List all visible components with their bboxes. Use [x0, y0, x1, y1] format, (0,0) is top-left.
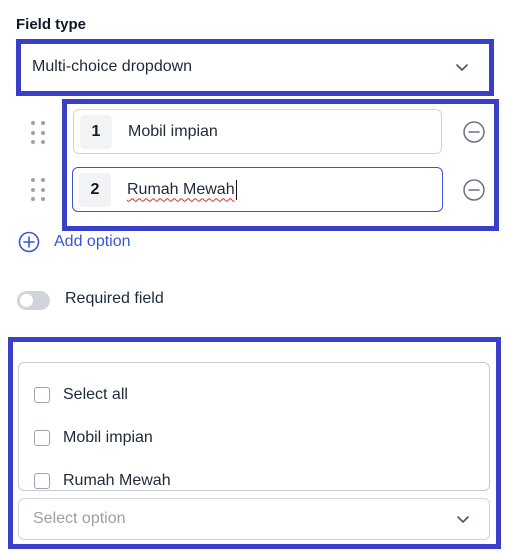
option-number: 1: [80, 114, 112, 149]
toggle-knob: [20, 294, 33, 307]
option-label: Rumah Mewah: [63, 471, 171, 489]
required-toggle[interactable]: [17, 291, 50, 310]
checkbox[interactable]: [34, 472, 50, 489]
field-type-label: Field type: [16, 16, 87, 33]
drag-handle-icon[interactable]: [31, 121, 47, 145]
option-number: 2: [79, 172, 111, 207]
add-option-button[interactable]: Add option: [18, 231, 131, 253]
dropdown-options-panel: Select all Mobil impian Rumah Mewah: [18, 362, 490, 491]
checkbox[interactable]: [34, 386, 50, 403]
dropdown-option[interactable]: Rumah Mewah: [19, 459, 489, 502]
select-placeholder: Select option: [33, 510, 126, 527]
option-row[interactable]: 1 Mobil impian: [73, 109, 442, 154]
dropdown-option[interactable]: Mobil impian: [19, 416, 489, 459]
field-type-value: Multi-choice dropdown: [32, 57, 193, 75]
text-cursor: [235, 179, 237, 200]
preview-select[interactable]: Select option: [18, 498, 490, 540]
plus-circle-icon: [18, 231, 40, 253]
remove-option-icon[interactable]: [462, 178, 486, 202]
checkbox[interactable]: [34, 429, 50, 446]
field-type-select[interactable]: Multi-choice dropdown: [21, 44, 484, 89]
option-input[interactable]: Mobil impian: [128, 123, 218, 141]
add-option-label: Add option: [54, 233, 131, 250]
remove-option-icon[interactable]: [462, 120, 486, 144]
select-all-option[interactable]: Select all: [19, 373, 489, 416]
option-input[interactable]: Rumah Mewah: [127, 181, 235, 198]
option-label: Select all: [63, 385, 128, 403]
required-field-label: Required field: [65, 290, 164, 307]
option-label: Mobil impian: [63, 428, 153, 446]
option-input-wrapper[interactable]: Rumah Mewah: [127, 179, 237, 200]
chevron-down-icon: [457, 516, 469, 523]
chevron-down-icon: [456, 63, 468, 71]
drag-handle-icon[interactable]: [31, 178, 47, 202]
option-row[interactable]: 2 Rumah Mewah: [72, 167, 443, 212]
